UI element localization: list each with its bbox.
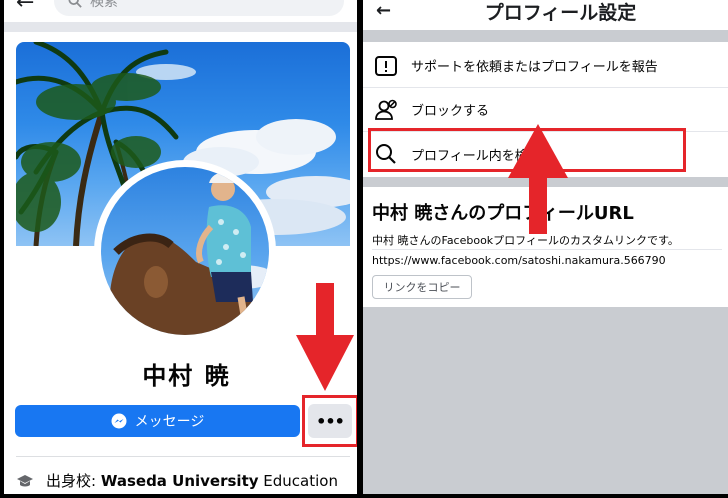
messenger-icon <box>111 413 127 429</box>
section-divider <box>363 30 728 42</box>
search-icon <box>68 0 82 8</box>
graduation-cap-icon <box>17 474 33 486</box>
url-description: 中村 暁さんのFacebookプロフィールのカスタムリンクです。 <box>372 234 679 247</box>
education-suffix: Education <box>258 472 338 490</box>
red-arrow-down-icon <box>296 283 354 391</box>
page-title: プロフィール設定 <box>484 2 637 24</box>
top-bar: ← 検索 <box>4 0 357 22</box>
education-school[interactable]: Waseda University <box>101 472 259 490</box>
left-panel: ← 検索 中村 暁 メッセージ ••• 出身校: Waseda Universi… <box>4 0 357 494</box>
menu-item-report[interactable]: サポートを依頼またはプロフィールを報告 <box>363 44 728 88</box>
back-arrow-icon[interactable]: ← <box>16 0 34 15</box>
highlight-box <box>302 395 357 447</box>
message-button[interactable]: メッセージ <box>15 405 300 437</box>
avatar[interactable] <box>101 167 269 335</box>
right-panel: ← プロフィール設定 サポートを依頼またはプロフィールを報告 ブロックする プロ… <box>363 0 728 494</box>
red-arrow-up-icon <box>508 124 568 234</box>
settings-header: ← プロフィール設定 <box>363 0 728 30</box>
copy-link-button[interactable]: リンクをコピー <box>372 275 472 299</box>
search-input[interactable]: 検索 <box>54 0 344 16</box>
message-button-label: メッセージ <box>134 414 205 430</box>
education-info: 出身校: Waseda University Education <box>16 470 338 491</box>
block-user-icon <box>373 97 399 123</box>
menu-item-label: サポートを依頼またはプロフィールを報告 <box>411 60 658 75</box>
profile-url[interactable]: https://www.facebook.com/satoshi.nakamur… <box>372 254 666 267</box>
report-icon <box>373 53 399 79</box>
search-placeholder: 検索 <box>90 0 118 10</box>
section-divider <box>4 22 357 32</box>
education-prefix: 出身校: <box>46 472 101 490</box>
url-section-title: 中村 暁さんのプロフィールURL <box>372 203 634 224</box>
divider <box>16 456 350 457</box>
divider <box>372 249 722 250</box>
menu-item-label: ブロックする <box>411 104 490 119</box>
